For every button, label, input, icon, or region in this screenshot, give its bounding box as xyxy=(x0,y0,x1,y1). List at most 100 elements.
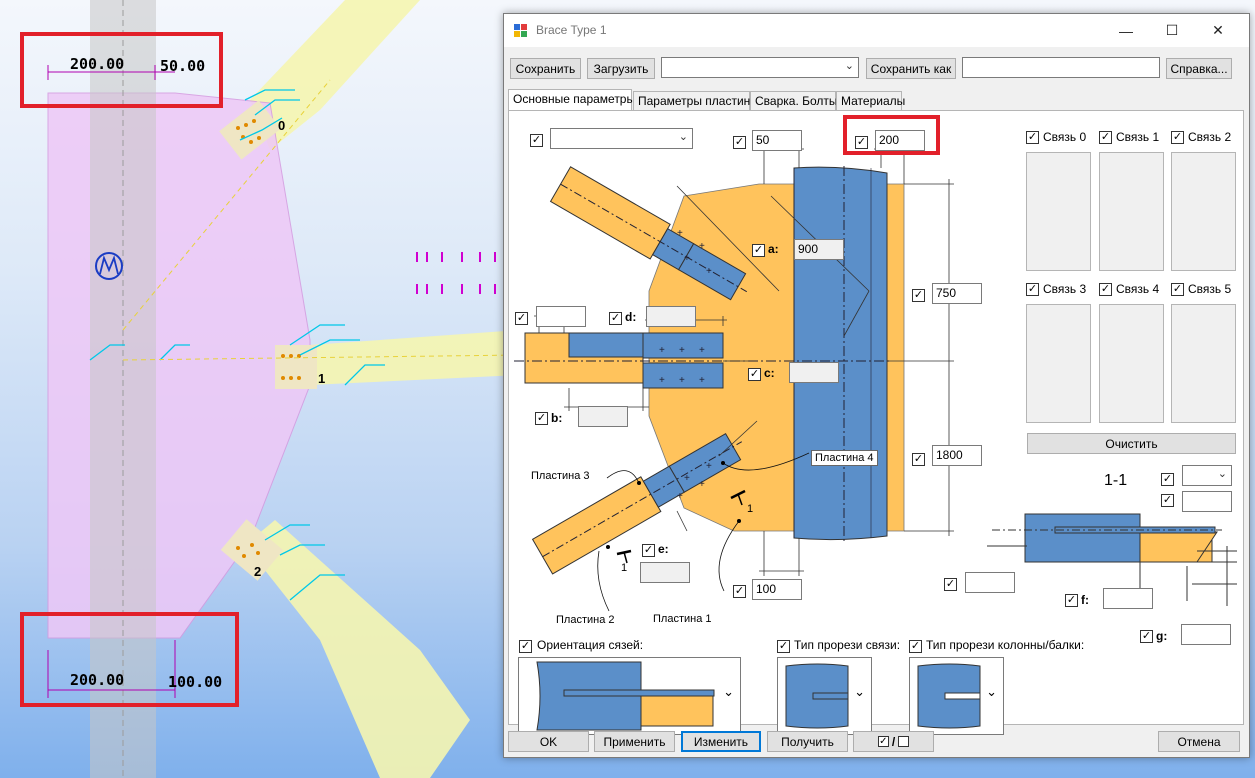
plate4-callout: Пластина 4 xyxy=(811,450,878,466)
f-input[interactable] xyxy=(1103,588,1153,609)
h1-checkbox[interactable]: ✓ xyxy=(912,289,925,302)
g-input[interactable] xyxy=(1181,624,1231,645)
orientation-label: Ориентация сязей: xyxy=(537,638,644,652)
maximize-icon[interactable]: ☐ xyxy=(1149,14,1195,47)
slot-brace-combo[interactable]: ⌄ xyxy=(777,657,872,735)
chevron-down-icon: ⌄ xyxy=(1217,468,1227,480)
link0-label: Связь 0 xyxy=(1043,130,1087,144)
clear-button[interactable]: Очистить xyxy=(1027,433,1236,454)
link5-checkbox[interactable]: ✓ xyxy=(1171,283,1184,296)
section-mark-1: 1 xyxy=(621,562,628,574)
dim-top-left: 200.00 xyxy=(70,55,125,73)
e-input[interactable] xyxy=(640,562,690,583)
tab-plate-params[interactable]: Параметры пластин xyxy=(633,91,750,110)
toggle-separator: / xyxy=(891,734,896,749)
save-as-button[interactable]: Сохранить как xyxy=(866,58,956,79)
dim-bottom-left: 200.00 xyxy=(70,671,125,689)
b-input[interactable] xyxy=(578,406,628,427)
link2-preview[interactable] xyxy=(1171,152,1236,271)
sec-left-checkbox[interactable]: ✓ xyxy=(944,578,957,591)
chevron-down-icon: ⌄ xyxy=(854,684,865,699)
link5-preview[interactable] xyxy=(1171,304,1236,423)
chevron-down-icon: ⌄ xyxy=(986,684,997,699)
link1-label: Связь 1 xyxy=(1116,130,1160,144)
tab-welds-bolts[interactable]: Сварка. Болты xyxy=(750,91,838,110)
dim-top-right: 50.00 xyxy=(160,57,206,75)
f-checkbox[interactable]: ✓ xyxy=(1065,594,1078,607)
svg-text:+: + xyxy=(706,266,712,277)
left-checkbox[interactable]: ✓ xyxy=(515,312,528,325)
close-icon[interactable]: ✕ xyxy=(1195,14,1241,47)
save-button[interactable]: Сохранить xyxy=(510,58,581,79)
d-checkbox[interactable]: ✓ xyxy=(609,312,622,325)
e-label: e: xyxy=(658,542,669,556)
h2-checkbox[interactable]: ✓ xyxy=(912,453,925,466)
change-button[interactable]: Изменить xyxy=(681,731,761,752)
link3-label: Связь 3 xyxy=(1043,282,1087,296)
tab-main-params[interactable]: Основные параметры xyxy=(508,89,635,111)
link4-checkbox[interactable]: ✓ xyxy=(1099,283,1112,296)
link1-checkbox[interactable]: ✓ xyxy=(1099,131,1112,144)
link1-preview[interactable] xyxy=(1099,152,1164,271)
app-icon xyxy=(514,24,527,37)
c-input[interactable] xyxy=(789,362,839,383)
get-button[interactable]: Получить xyxy=(767,731,848,752)
svg-text:+: + xyxy=(677,228,683,239)
bottom-dim-checkbox[interactable]: ✓ xyxy=(733,585,746,598)
d-input[interactable] xyxy=(646,306,696,327)
a-input[interactable]: 900 xyxy=(794,239,844,260)
title-bar[interactable]: Brace Type 1 — ☐ ✕ xyxy=(504,14,1249,47)
unchecked-box-icon xyxy=(898,736,910,747)
slot-brace-checkbox[interactable]: ✓ xyxy=(777,640,790,653)
orientation-combo[interactable]: ⌄ xyxy=(518,657,741,735)
top-dim-input[interactable]: 50 xyxy=(752,130,802,151)
link4-preview[interactable] xyxy=(1099,304,1164,423)
minimize-icon[interactable]: — xyxy=(1103,14,1149,47)
b-checkbox[interactable]: ✓ xyxy=(535,412,548,425)
link0-preview[interactable] xyxy=(1026,152,1091,271)
sec-combo-checkbox[interactable]: ✓ xyxy=(1161,473,1174,486)
top-dim-checkbox[interactable]: ✓ xyxy=(733,136,746,149)
sec-left-input[interactable] xyxy=(965,572,1015,593)
plate3-label: Пластина 3 xyxy=(531,470,590,482)
left-input[interactable] xyxy=(536,306,586,327)
preset-combo[interactable]: ⌄ xyxy=(661,57,859,78)
orientation-checkbox[interactable]: ✓ xyxy=(519,640,532,653)
h2-input[interactable]: 1800 xyxy=(932,445,982,466)
load-button[interactable]: Загрузить xyxy=(587,58,655,79)
h1-input[interactable]: 750 xyxy=(932,283,982,304)
top-combo[interactable]: ⌄ xyxy=(550,128,693,149)
tab-materials[interactable]: Материалы xyxy=(836,91,905,110)
top-combo-checkbox[interactable]: ✓ xyxy=(530,134,543,147)
checked-box-icon: ✓ xyxy=(877,736,889,747)
link3-checkbox[interactable]: ✓ xyxy=(1026,283,1039,296)
g-checkbox[interactable]: ✓ xyxy=(1140,630,1153,643)
help-button[interactable]: Справка... xyxy=(1166,58,1232,79)
slot-column-checkbox[interactable]: ✓ xyxy=(909,640,922,653)
section-mark-2: 1 xyxy=(747,503,754,515)
plate2-label: Пластина 2 xyxy=(556,614,615,626)
ok-button[interactable]: OK xyxy=(508,731,589,752)
svg-text:+: + xyxy=(699,375,705,386)
link0-checkbox[interactable]: ✓ xyxy=(1026,131,1039,144)
bottom-dim-input[interactable]: 100 xyxy=(752,579,802,600)
link5-label: Связь 5 xyxy=(1188,282,1232,296)
toggle-all-button[interactable]: ✓ / xyxy=(853,731,934,752)
slot-column-combo[interactable]: ⌄ xyxy=(909,657,1004,735)
section-title: 1-1 xyxy=(1104,472,1128,489)
node-label-1: 1 xyxy=(318,371,326,386)
cancel-button[interactable]: Отмена xyxy=(1158,731,1240,752)
svg-text:+: + xyxy=(679,375,685,386)
a-checkbox[interactable]: ✓ xyxy=(752,244,765,257)
svg-text:+: + xyxy=(684,473,690,484)
sec-combo[interactable]: ⌄ xyxy=(1182,465,1232,486)
c-checkbox[interactable]: ✓ xyxy=(748,368,761,381)
apply-button[interactable]: Применить xyxy=(594,731,675,752)
link3-preview[interactable] xyxy=(1026,304,1091,423)
dim-bottom-right: 100.00 xyxy=(168,673,223,691)
save-as-input[interactable] xyxy=(962,57,1160,78)
e-checkbox[interactable]: ✓ xyxy=(642,544,655,557)
d-label: d: xyxy=(625,310,637,324)
svg-text:+: + xyxy=(699,479,705,490)
link2-checkbox[interactable]: ✓ xyxy=(1171,131,1184,144)
